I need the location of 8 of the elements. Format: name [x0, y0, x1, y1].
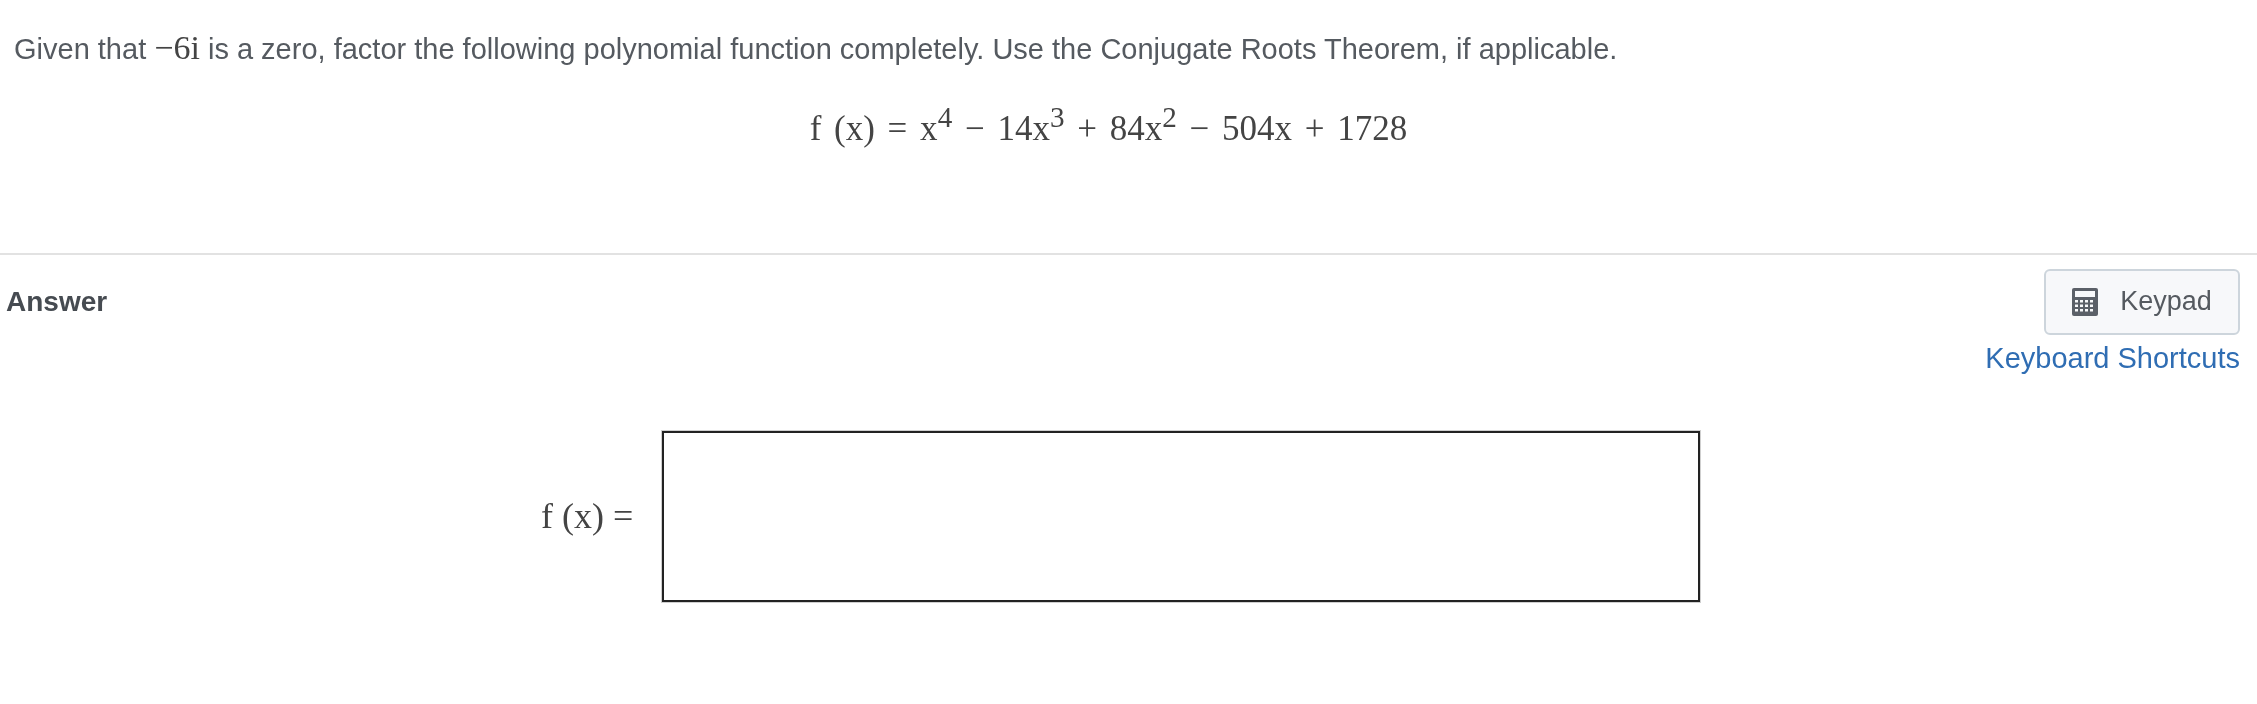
answer-input-field[interactable] [662, 430, 1701, 602]
calculator-icon [2072, 287, 2099, 316]
answer-heading: Answer [6, 284, 108, 319]
question-text: Given that −6i is a zero, factor the following polynomial function completely. Use the Conjugate Roots Theorem, if applicable. [14, 28, 1618, 68]
keypad-button[interactable]: Keypad [2044, 268, 2240, 335]
polynomial-formula: f (x) = x$^{4}$ − 14x$^{3}$ + 84x$^{2}$ − 504x + 1728 [809, 100, 1408, 149]
function-label: f (x) = [541, 495, 634, 538]
keyboard-shortcuts-link[interactable]: Keyboard Shortcuts [1985, 340, 2240, 375]
